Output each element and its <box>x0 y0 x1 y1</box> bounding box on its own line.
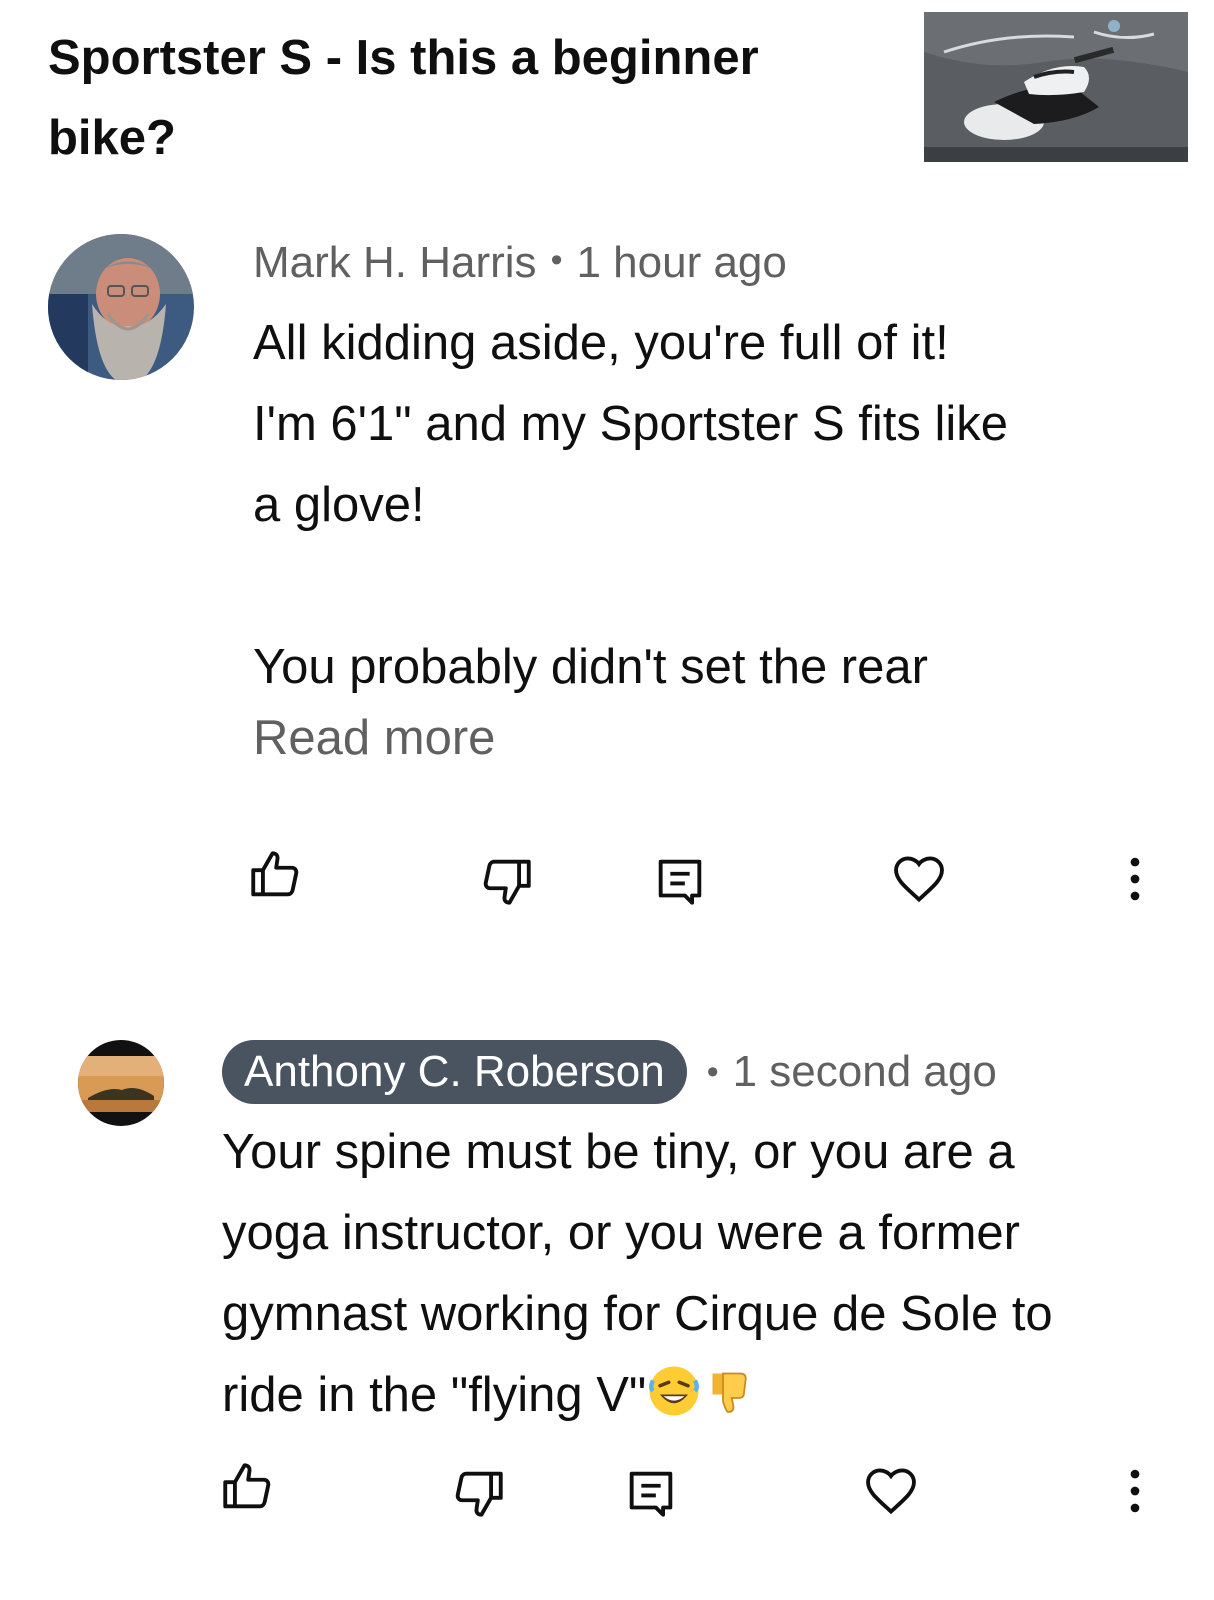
read-more-link[interactable]: Read more <box>253 710 495 766</box>
author-name-chip[interactable]: Anthony C. Roberson <box>222 1040 687 1104</box>
comment-text: Your spine must be tiny, or you are a yo… <box>222 1112 1122 1436</box>
like-icon[interactable] <box>218 1458 276 1516</box>
heart-icon[interactable] <box>890 850 948 908</box>
avatar[interactable] <box>48 234 194 380</box>
rolling-on-floor-laughing-emoji <box>646 1363 702 1419</box>
video-title[interactable]: Sportster S - Is this a beginner bike? <box>48 18 848 178</box>
dislike-icon[interactable] <box>450 1464 508 1522</box>
avatar[interactable] <box>78 1040 164 1126</box>
more-options-icon[interactable] <box>1106 1462 1164 1520</box>
reply-icon[interactable] <box>622 1464 680 1522</box>
comment-meta: Anthony C. Roberson • 1 second ago <box>222 1040 997 1104</box>
separator-dot: • <box>550 241 563 279</box>
comment-meta: Mark H. Harris • 1 hour ago <box>253 238 787 288</box>
more-options-icon[interactable] <box>1106 850 1164 908</box>
heart-icon[interactable] <box>862 1462 920 1520</box>
video-thumbnail[interactable] <box>924 12 1188 162</box>
comment-time[interactable]: 1 hour ago <box>576 238 786 287</box>
comment-text: All kidding aside, you're full of it! I'… <box>253 316 1009 694</box>
comment-time[interactable]: 1 second ago <box>733 1047 997 1097</box>
dislike-icon[interactable] <box>478 852 536 910</box>
separator-dot: • <box>706 1052 719 1091</box>
author-name[interactable]: Mark H. Harris <box>253 238 537 287</box>
like-icon[interactable] <box>246 846 304 904</box>
comment-text-body: Your spine must be tiny, or you are a yo… <box>222 1125 1053 1422</box>
reply-icon[interactable] <box>651 852 709 910</box>
thumbs-down-emoji <box>702 1363 758 1419</box>
